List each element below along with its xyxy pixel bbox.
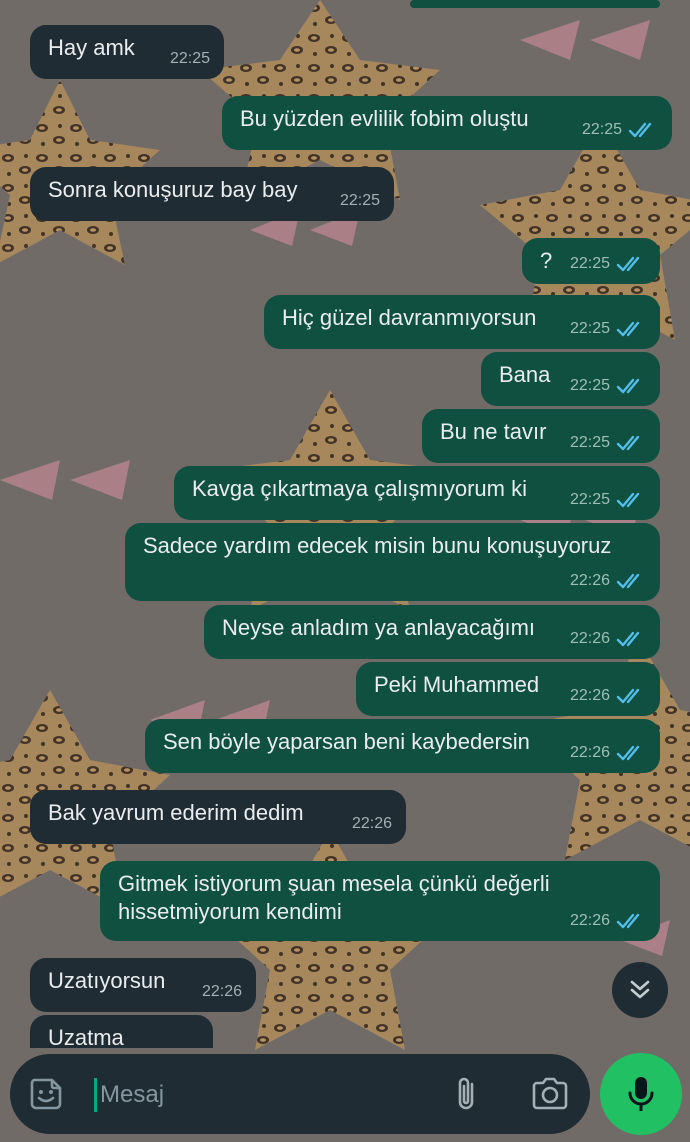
message-meta: 22:26 [202,978,242,1006]
text-cursor [94,1078,97,1112]
read-receipt-icon [616,256,640,272]
outgoing-message[interactable]: Bu ne tavır 22:25 [422,409,660,463]
read-receipt-icon [616,573,640,589]
message-meta: 22:26 [352,810,392,838]
message-time: 22:25 [569,491,610,508]
outgoing-message[interactable]: Hiç güzel davranmıyorsun 22:25 [264,295,660,349]
outgoing-message[interactable]: Gitmek istiyorum şuan mesela çünkü değer… [100,861,660,941]
outgoing-message[interactable]: Bana 22:25 [481,352,660,406]
message-time: 22:26 [569,744,610,761]
message-text: Sadece yardım edecek misin bunu konuşuyo… [143,533,612,558]
message-time: 22:25 [339,192,380,209]
outgoing-message[interactable]: Kavga çıkartmaya çalışmıyorum ki 22:25 [174,466,660,520]
message-text: Sonra konuşuruz bay bay [48,177,298,202]
message-time: 22:25 [569,377,610,394]
read-receipt-icon [616,913,640,929]
read-receipt-icon [616,435,640,451]
message-meta: 22:25 [170,45,210,73]
message-meta: 22:25 [570,372,646,400]
message-meta: 22:25 [570,250,646,278]
message-meta: 22:26 [570,739,646,767]
message-meta: 22:26 [570,682,646,710]
outgoing-message[interactable]: ? 22:25 [522,238,660,284]
message-list[interactable]: Hay amk 22:25 Bu yüzden evlilik fobim oluş… [0,0,690,1048]
message-meta: 22:25 [340,187,380,215]
voice-message-button[interactable] [600,1053,682,1135]
message-composer [10,1054,590,1134]
message-time: 22:26 [201,983,242,1000]
message-time: 22:25 [569,255,610,272]
incoming-message[interactable]: Bak yavrum ederim dedim 22:26 [30,790,406,844]
message-meta: 22:25 [570,315,646,343]
message-text: Bak yavrum ederim dedim [48,800,304,825]
message-text: Gitmek istiyorum şuan mesela çünkü değer… [118,871,550,924]
message-meta: 22:26 [570,907,646,935]
camera-icon[interactable] [530,1076,570,1112]
outgoing-message[interactable]: Sadece yardım edecek misin bunu konuşuyo… [125,523,660,601]
message-time: 22:26 [569,912,610,929]
message-time: 22:25 [569,434,610,451]
sticker-icon[interactable] [28,1076,64,1112]
message-meta: 22:26 [570,625,646,653]
read-receipt-icon [616,492,640,508]
incoming-message[interactable]: Uzatıyorsun 22:26 [30,958,256,1012]
read-receipt-icon [616,745,640,761]
read-receipt-icon [628,122,652,138]
incoming-message[interactable]: Uzatma [30,1015,213,1048]
paperclip-icon[interactable] [450,1074,486,1114]
message-input[interactable] [98,1074,432,1116]
message-meta: 22:25 [570,429,646,457]
message-time: 22:25 [581,121,622,138]
incoming-message[interactable]: Sonra konuşuruz bay bay 22:25 [30,167,394,221]
microphone-icon [628,1077,654,1111]
message-meta: 22:26 [570,567,646,595]
message-time: 22:26 [569,572,610,589]
outgoing-message[interactable]: Neyse anladım ya anlayacağımı 22:26 [204,605,660,659]
read-receipt-icon [616,378,640,394]
message-time: 22:26 [569,687,610,704]
incoming-message[interactable]: Hay amk 22:25 [30,25,224,79]
outgoing-message[interactable]: Peki Muhammed 22:26 [356,662,660,716]
message-meta: 22:25 [582,116,658,144]
scroll-to-bottom-button[interactable] [612,962,668,1018]
message-meta: 22:25 [570,486,646,514]
read-receipt-icon [616,321,640,337]
message-time: 22:26 [569,630,610,647]
message-time: 22:26 [351,815,392,832]
message-text: Uzatma [48,1025,124,1048]
message-time: 22:25 [169,50,210,67]
outgoing-message[interactable]: Bu yüzden evlilik fobim oluştu 22:25 [222,96,672,150]
outgoing-message[interactable]: Sen böyle yaparsan beni kaybedersin 22:26 [145,719,660,773]
message-time: 22:25 [569,320,610,337]
read-receipt-icon [616,688,640,704]
read-receipt-icon [616,631,640,647]
double-chevron-down-icon [630,980,650,999]
